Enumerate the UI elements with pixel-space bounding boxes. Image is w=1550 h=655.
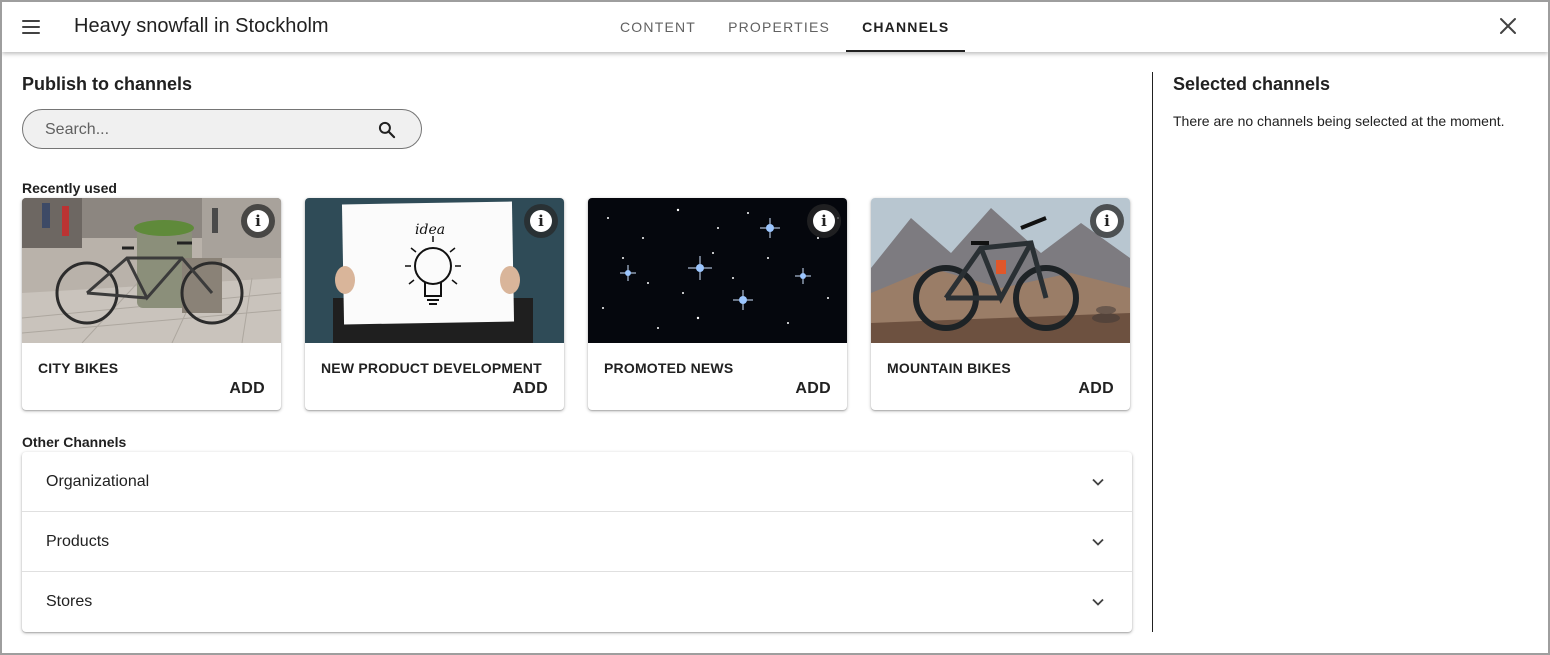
card-title: CITY BIKES xyxy=(38,360,119,376)
accordion-products[interactable]: Products xyxy=(22,512,1132,572)
city-bike-image: i xyxy=(22,198,281,343)
info-icon[interactable]: i xyxy=(807,204,841,238)
empty-state-message: There are no channels being selected at … xyxy=(1173,113,1505,129)
menu-icon[interactable] xyxy=(18,14,44,40)
search-input[interactable] xyxy=(45,119,365,141)
chevron-down-icon xyxy=(1092,478,1104,486)
starfield-image: i xyxy=(588,198,847,343)
idea-lightbulb-image: idea i xyxy=(305,198,564,343)
channel-card: i MOUNTAIN BIKES ADD xyxy=(871,198,1130,410)
card-title: MOUNTAIN BIKES xyxy=(887,360,1011,376)
accordion-label: Stores xyxy=(46,593,93,610)
accordion-label: Organizational xyxy=(46,472,150,490)
tab-content-label: CONTENT xyxy=(620,19,697,35)
info-icon[interactable]: i xyxy=(1090,204,1124,238)
tab-bar: CONTENT PROPERTIES CHANNELS xyxy=(604,2,966,52)
panel-divider xyxy=(1152,72,1153,632)
add-button[interactable]: ADD xyxy=(512,380,548,398)
tab-channels-label: CHANNELS xyxy=(862,19,950,35)
accordion-stores[interactable]: Stores xyxy=(22,572,1132,632)
channel-card: idea i NEW PRODUCT DEVELOPMENT ADD xyxy=(305,198,564,410)
add-button[interactable]: ADD xyxy=(229,380,265,398)
tab-properties[interactable]: PROPERTIES xyxy=(712,2,846,52)
other-channels-label: Other Channels xyxy=(22,434,127,450)
search-box xyxy=(22,109,422,149)
channel-card: i PROMOTED NEWS ADD xyxy=(588,198,847,410)
tab-content[interactable]: CONTENT xyxy=(604,2,712,52)
section-title: Publish to channels xyxy=(22,74,193,94)
search-icon[interactable] xyxy=(377,120,397,140)
add-button[interactable]: ADD xyxy=(795,380,831,398)
card-title: PROMOTED NEWS xyxy=(604,360,734,376)
other-channels-list: Organizational Products Stores xyxy=(22,452,1132,632)
recently-used-label: Recently used xyxy=(22,180,117,196)
chevron-down-icon xyxy=(1092,538,1104,546)
close-icon[interactable] xyxy=(1496,14,1520,38)
svg-text:idea: idea xyxy=(415,222,445,238)
info-icon[interactable]: i xyxy=(524,204,558,238)
selected-channels-title: Selected channels xyxy=(1173,74,1331,94)
tab-channels[interactable]: CHANNELS xyxy=(846,2,966,52)
document-title: Heavy snowfall in Stockholm xyxy=(74,15,329,37)
app-frame: Heavy snowfall in Stockholm CONTENT PROP… xyxy=(0,0,1550,655)
card-title: NEW PRODUCT DEVELOPMENT xyxy=(321,360,542,376)
chevron-down-icon xyxy=(1092,598,1104,606)
channel-card: i CITY BIKES ADD xyxy=(22,198,281,410)
accordion-organizational[interactable]: Organizational xyxy=(22,452,1132,512)
mountain-bike-image: i xyxy=(871,198,1130,343)
add-button[interactable]: ADD xyxy=(1078,380,1114,398)
recent-channels-list: i CITY BIKES ADD idea i NEW PRODUCT DEVE… xyxy=(22,198,1130,410)
accordion-label: Products xyxy=(46,532,110,550)
info-icon[interactable]: i xyxy=(241,204,275,238)
top-bar: Heavy snowfall in Stockholm CONTENT PROP… xyxy=(2,2,1548,52)
tab-properties-label: PROPERTIES xyxy=(728,19,831,35)
